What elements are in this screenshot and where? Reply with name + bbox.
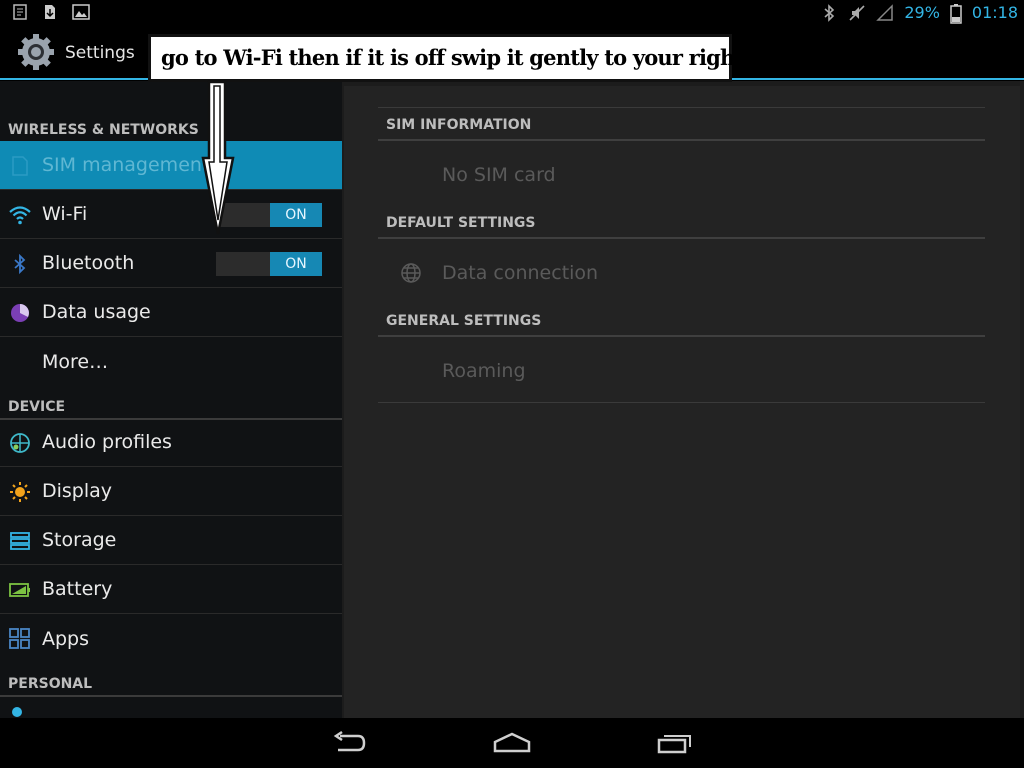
roaming-item[interactable]: Roaming	[442, 360, 526, 382]
home-icon[interactable]	[492, 730, 532, 756]
instruction-callout: go to Wi-Fi then if it is off swip it ge…	[148, 34, 815, 82]
back-icon[interactable]	[330, 730, 370, 756]
settings-gear-icon[interactable]	[16, 32, 56, 72]
status-bar: 29% 01:18	[0, 0, 1024, 26]
sidebar-item-label: More…	[42, 350, 109, 373]
bluetooth-icon	[820, 3, 838, 22]
sidebar-item-label: Data usage	[42, 301, 151, 323]
recent-apps-icon[interactable]	[655, 730, 695, 756]
settings-content: WIRELESS & NETWORKS SIM management Wi-Fi…	[0, 81, 1024, 718]
section-header-device: DEVICE	[0, 386, 342, 420]
sidebar-item-label: Bluetooth	[42, 252, 135, 274]
data-connection-item[interactable]: Data connection	[442, 262, 598, 284]
sidebar-item-data-usage[interactable]: Data usage	[0, 288, 342, 337]
sidebar-item-label: Battery	[42, 578, 113, 600]
sidebar-item-label: Wi-Fi	[42, 203, 88, 225]
download-icon	[42, 4, 58, 20]
location-icon	[12, 707, 22, 717]
bluetooth-toggle[interactable]: ON	[216, 252, 322, 276]
bluetooth-toggle-state: ON	[270, 252, 322, 276]
image-icon	[72, 4, 90, 20]
clock: 01:18	[971, 3, 1018, 22]
storage-icon	[9, 530, 31, 552]
battery-icon	[950, 3, 962, 24]
sidebar-item-label: SIM management	[42, 154, 210, 176]
navigation-bar	[0, 718, 1024, 768]
battery-icon	[9, 579, 31, 601]
signal-icon	[876, 3, 894, 22]
battery-percent: 29%	[904, 3, 940, 22]
sidebar-item-label: Apps	[42, 627, 90, 650]
sim-management-detail: SIM INFORMATION No SIM card DEFAULT SETT…	[344, 86, 1020, 718]
sidebar-item-apps[interactable]: Apps	[0, 614, 342, 663]
page-title: Settings	[65, 43, 135, 63]
globe-icon	[400, 262, 422, 284]
sim-icon	[9, 155, 31, 177]
sidebar-item-label: Audio profiles	[42, 431, 172, 453]
wifi-icon	[9, 204, 31, 226]
sidebar-item-audio-profiles[interactable]: Audio profiles	[0, 418, 342, 467]
section-header-general-settings: GENERAL SETTINGS	[378, 313, 985, 337]
sidebar-item-sim-management[interactable]: SIM management	[0, 141, 342, 190]
section-header-personal: PERSONAL	[0, 663, 342, 697]
bluetooth-icon	[9, 253, 31, 275]
section-header-wireless: WIRELESS & NETWORKS	[0, 81, 342, 143]
display-icon	[9, 481, 31, 503]
sidebar-clipped-item	[0, 695, 342, 718]
down-arrow-icon	[201, 80, 235, 235]
section-header-default-settings: DEFAULT SETTINGS	[378, 215, 985, 239]
notification-icon	[12, 4, 28, 20]
sidebar-item-more[interactable]: More…	[0, 337, 342, 386]
section-header-sim-information: SIM INFORMATION	[378, 117, 985, 141]
divider	[378, 107, 985, 108]
sidebar-item-wifi[interactable]: Wi-Fi ON	[0, 190, 342, 239]
sidebar-item-bluetooth[interactable]: Bluetooth ON	[0, 239, 342, 288]
sidebar-item-display[interactable]: Display	[0, 467, 342, 516]
sidebar-item-storage[interactable]: Storage	[0, 516, 342, 565]
sidebar-item-battery[interactable]: Battery	[0, 565, 342, 614]
no-sim-card-item: No SIM card	[442, 164, 556, 186]
data-usage-icon	[9, 302, 31, 324]
audio-profiles-icon	[9, 432, 31, 454]
sidebar-item-label: Storage	[42, 529, 117, 551]
settings-sidebar: WIRELESS & NETWORKS SIM management Wi-Fi…	[0, 81, 342, 718]
mute-icon	[848, 4, 866, 22]
apps-icon	[9, 628, 31, 650]
sidebar-item-label: Display	[42, 480, 113, 502]
wifi-toggle-state: ON	[270, 203, 322, 227]
divider	[378, 402, 985, 403]
instruction-text: go to Wi-Fi then if it is off swip it ge…	[161, 45, 815, 70]
